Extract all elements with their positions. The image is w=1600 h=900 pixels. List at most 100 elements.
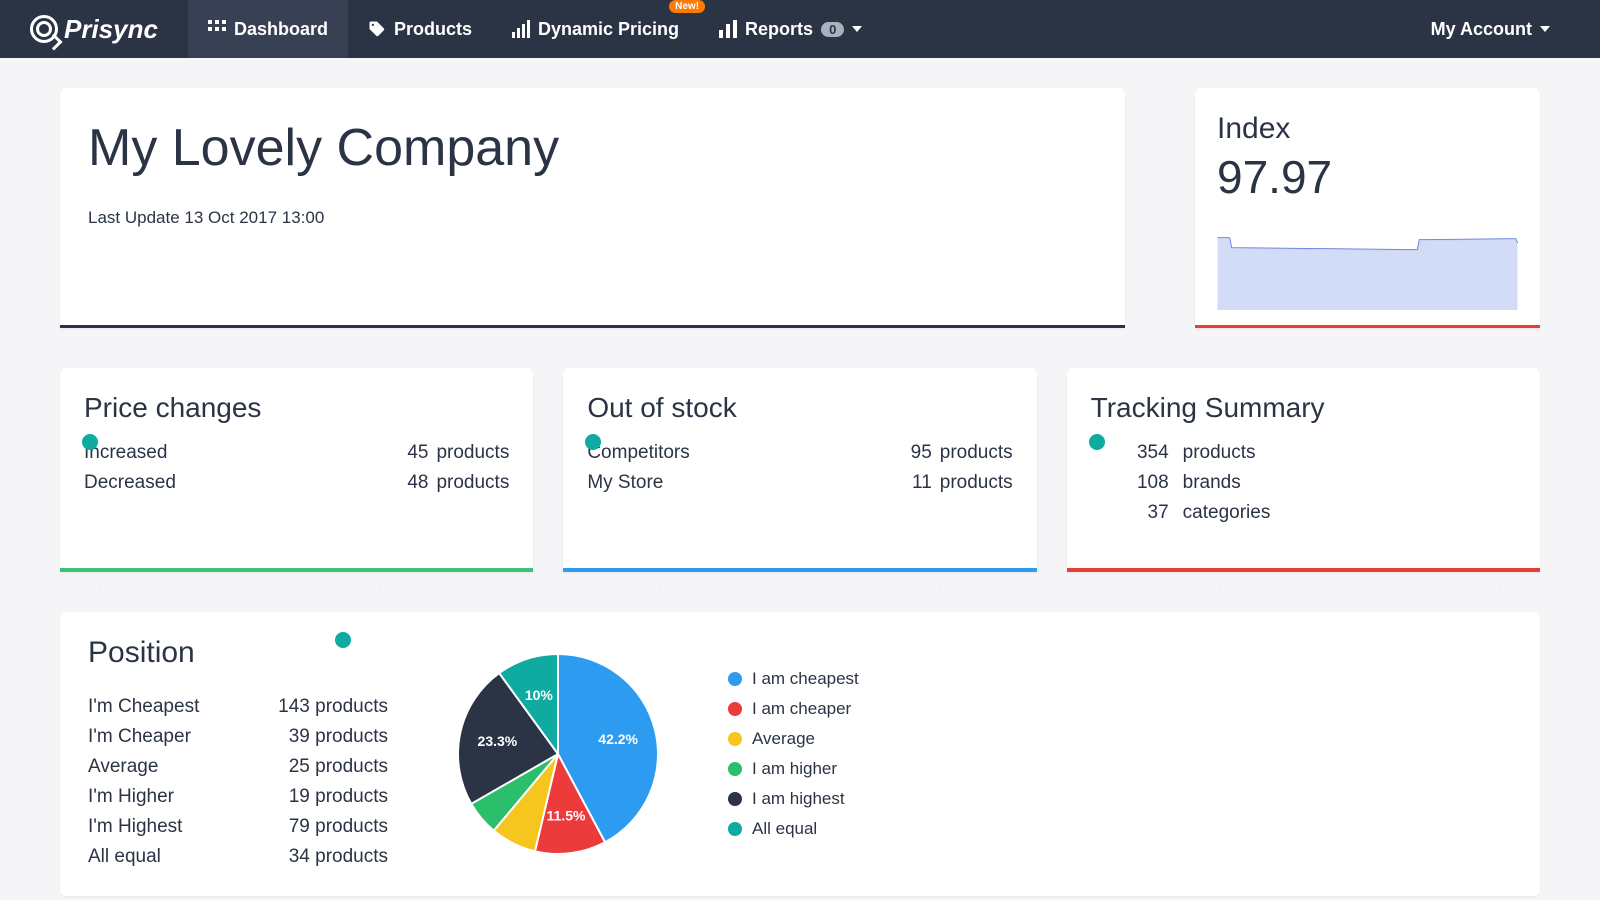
info-dot-icon — [1089, 434, 1105, 450]
nav-dashboard[interactable]: Dashboard — [188, 0, 348, 58]
brand-logo[interactable]: Prisync — [30, 14, 158, 45]
position-unit: products — [315, 726, 388, 747]
legend-dot-icon — [728, 792, 742, 806]
position-unit: products — [315, 696, 388, 717]
position-count: 39 — [289, 726, 310, 747]
position-label: All equal — [88, 842, 161, 872]
stat-count: 45 — [407, 438, 428, 468]
index-sparkline — [1217, 210, 1518, 310]
legend-item[interactable]: I am highest — [728, 784, 1512, 814]
pie-slice-label: 10% — [525, 687, 554, 703]
legend-item[interactable]: All equal — [728, 814, 1512, 844]
pie-slice-label: 23.3% — [478, 733, 518, 749]
legend-item[interactable]: I am cheaper — [728, 694, 1512, 724]
stat-count: 11 — [912, 468, 932, 498]
stat-row: Decreased 48 products — [84, 468, 509, 498]
tracking-title: Tracking Summary — [1091, 392, 1516, 424]
position-row: Average 25 products — [88, 752, 388, 782]
legend-dot-icon — [728, 762, 742, 776]
pie-legend: I am cheapest I am cheaper Average I am … — [728, 636, 1512, 872]
position-count: 25 — [289, 756, 310, 777]
last-update: Last Update 13 Oct 2017 13:00 — [88, 208, 1097, 228]
position-row: I'm Highest 79 products — [88, 812, 388, 842]
legend-item[interactable]: I am higher — [728, 754, 1512, 784]
tracking-summary-card[interactable]: Tracking Summary 354 products108 brands3… — [1067, 368, 1540, 572]
nav-dynamic-pricing[interactable]: Dynamic Pricing New! — [492, 0, 699, 58]
position-count: 19 — [289, 786, 310, 807]
index-title: Index — [1217, 112, 1518, 146]
logo-icon — [30, 15, 58, 43]
stat-unit: products — [436, 468, 509, 498]
top-navbar: Prisync Dashboard Products Dynamic Prici… — [0, 0, 1600, 58]
legend-label: I am higher — [752, 754, 837, 784]
legend-label: I am cheaper — [752, 694, 851, 724]
nav-reports[interactable]: Reports 0 — [699, 0, 882, 58]
tracking-label: brands — [1183, 468, 1241, 498]
legend-item[interactable]: Average — [728, 724, 1512, 754]
price-changes-card[interactable]: Price changes Increased 45 productsDecre… — [60, 368, 533, 572]
legend-label: All equal — [752, 814, 817, 844]
position-unit: products — [315, 816, 388, 837]
bars-icon — [512, 20, 530, 38]
tracking-label: products — [1183, 438, 1256, 468]
pie-slice-label: 42.2% — [598, 731, 638, 747]
tracking-row: 108 brands — [1121, 468, 1516, 498]
company-title-card: My Lovely Company Last Update 13 Oct 201… — [60, 88, 1125, 328]
index-card[interactable]: Index 97.97 — [1195, 88, 1540, 328]
chevron-down-icon — [1540, 26, 1550, 32]
grid-icon — [208, 20, 226, 38]
legend-dot-icon — [728, 672, 742, 686]
legend-dot-icon — [728, 822, 742, 836]
legend-dot-icon — [728, 702, 742, 716]
stat-row: Competitors 95 products — [587, 438, 1012, 468]
stat-label: My Store — [587, 468, 663, 498]
tracking-count: 108 — [1121, 468, 1169, 498]
legend-item[interactable]: I am cheapest — [728, 664, 1512, 694]
index-value: 97.97 — [1217, 150, 1518, 204]
company-title: My Lovely Company — [88, 118, 1097, 178]
price-changes-title: Price changes — [84, 392, 509, 424]
stat-unit: products — [940, 438, 1013, 468]
pie-slice-label: 11.5% — [546, 807, 585, 823]
position-row: I'm Cheaper 39 products — [88, 722, 388, 752]
nav-my-account[interactable]: My Account — [1411, 0, 1570, 58]
stat-unit: products — [436, 438, 509, 468]
stat-unit: products — [940, 468, 1013, 498]
position-unit: products — [315, 786, 388, 807]
chevron-down-icon — [852, 26, 862, 32]
stat-count: 95 — [911, 438, 932, 468]
nav-account-label: My Account — [1431, 19, 1532, 40]
position-unit: products — [315, 756, 388, 777]
position-count: 34 — [289, 846, 310, 867]
stat-row: Increased 45 products — [84, 438, 509, 468]
stat-count: 48 — [407, 468, 428, 498]
position-row: I'm Cheapest 143 products — [88, 692, 388, 722]
legend-dot-icon — [728, 732, 742, 746]
position-count: 143 — [278, 696, 310, 717]
legend-label: Average — [752, 724, 815, 754]
nav-products-label: Products — [394, 19, 472, 40]
out-of-stock-card[interactable]: Out of stock Competitors 95 productsMy S… — [563, 368, 1036, 572]
position-unit: products — [315, 846, 388, 867]
tracking-row: 354 products — [1121, 438, 1516, 468]
position-label: I'm Cheaper — [88, 722, 191, 752]
stat-row: My Store 11 products — [587, 468, 1012, 498]
position-label: I'm Highest — [88, 812, 182, 842]
position-pie-chart: 42.2% 11.5% 23.3% 10% — [448, 644, 668, 864]
position-row: All equal 34 products — [88, 842, 388, 872]
brand-name: Prisync — [64, 14, 158, 45]
tracking-row: 37 categories — [1121, 498, 1516, 528]
info-dot-icon — [335, 632, 351, 648]
position-card: Position I'm Cheapest 143 productsI'm Ch… — [60, 612, 1540, 896]
stat-label: Competitors — [587, 438, 689, 468]
tracking-label: categories — [1183, 498, 1271, 528]
out-of-stock-title: Out of stock — [587, 392, 1012, 424]
position-row: I'm Higher 19 products — [88, 782, 388, 812]
legend-label: I am highest — [752, 784, 845, 814]
nav-products[interactable]: Products — [348, 0, 492, 58]
tag-icon — [368, 20, 386, 38]
position-label: Average — [88, 752, 158, 782]
tracking-count: 37 — [1121, 498, 1169, 528]
position-label: I'm Cheapest — [88, 692, 199, 722]
chart-icon — [719, 20, 737, 38]
